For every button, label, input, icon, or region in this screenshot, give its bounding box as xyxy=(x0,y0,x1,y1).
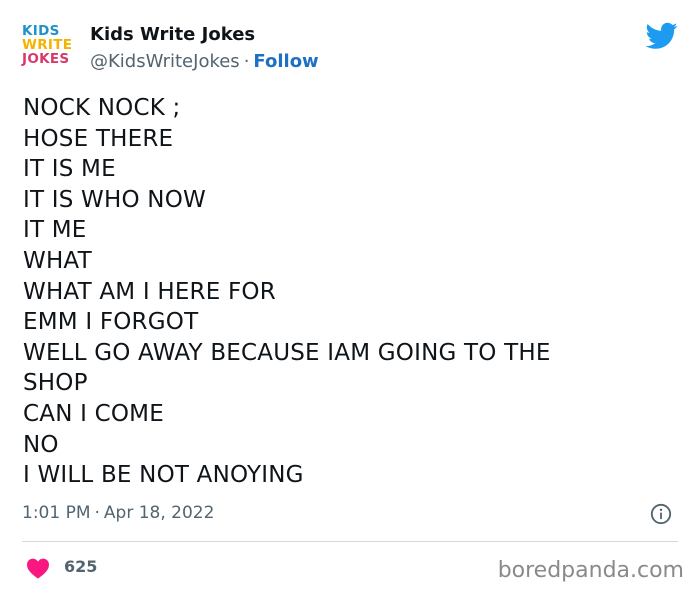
account-avatar-logo[interactable]: KIDS WRITE JOKES xyxy=(22,24,80,72)
tweet-line: IT IS WHO NOW xyxy=(23,186,206,213)
logo-line-kids: KIDS xyxy=(22,23,60,39)
tweet-line: WHAT AM I HERE FOR xyxy=(23,278,276,305)
heart-icon[interactable] xyxy=(26,557,50,579)
tweet-line: NO xyxy=(23,431,59,458)
tweet-text: NOCK NOCK ; HOSE THERE IT IS ME IT IS WH… xyxy=(23,93,673,491)
like-count: 625 xyxy=(64,557,98,576)
tweet-line: CAN I COME xyxy=(23,400,164,427)
divider xyxy=(22,541,678,542)
handle-separator: · xyxy=(243,51,250,72)
account-display-name[interactable]: Kids Write Jokes xyxy=(90,24,255,45)
tweet-line: EMM I FORGOT xyxy=(23,309,199,336)
logo-line-write: WRITE xyxy=(22,37,73,53)
timestamp-separator: · xyxy=(94,503,100,523)
handle-row: @KidsWriteJokes · Follow xyxy=(90,51,319,72)
tweet-line: IT ME xyxy=(23,217,87,244)
tweet-time: 1:01 PM xyxy=(22,503,91,523)
tweet-line: SHOP xyxy=(23,370,88,397)
tweet-card: KIDS WRITE JOKES Kids Write Jokes @KidsW… xyxy=(0,0,700,593)
tweet-line: WELL GO AWAY BECAUSE IAM GOING TO THE xyxy=(23,339,551,366)
twitter-bird-icon[interactable] xyxy=(646,22,678,50)
account-handle[interactable]: @KidsWriteJokes xyxy=(90,51,240,72)
follow-button[interactable]: Follow xyxy=(253,51,318,72)
logo-line-jokes: JOKES xyxy=(22,51,70,67)
tweet-line: IT IS ME xyxy=(23,156,116,183)
tweet-line: HOSE THERE xyxy=(23,125,174,152)
tweet-line: I WILL BE NOT ANOYING xyxy=(23,462,304,489)
watermark: boredpanda.com xyxy=(497,558,684,583)
tweet-line: WHAT xyxy=(23,247,92,274)
tweet-line: NOCK NOCK ; xyxy=(23,95,181,121)
tweet-header: KIDS WRITE JOKES Kids Write Jokes @KidsW… xyxy=(22,20,678,78)
tweet-timestamp[interactable]: 1:01 PM · Apr 18, 2022 xyxy=(22,503,214,523)
tweet-date: Apr 18, 2022 xyxy=(103,503,215,523)
info-icon[interactable] xyxy=(650,503,672,525)
